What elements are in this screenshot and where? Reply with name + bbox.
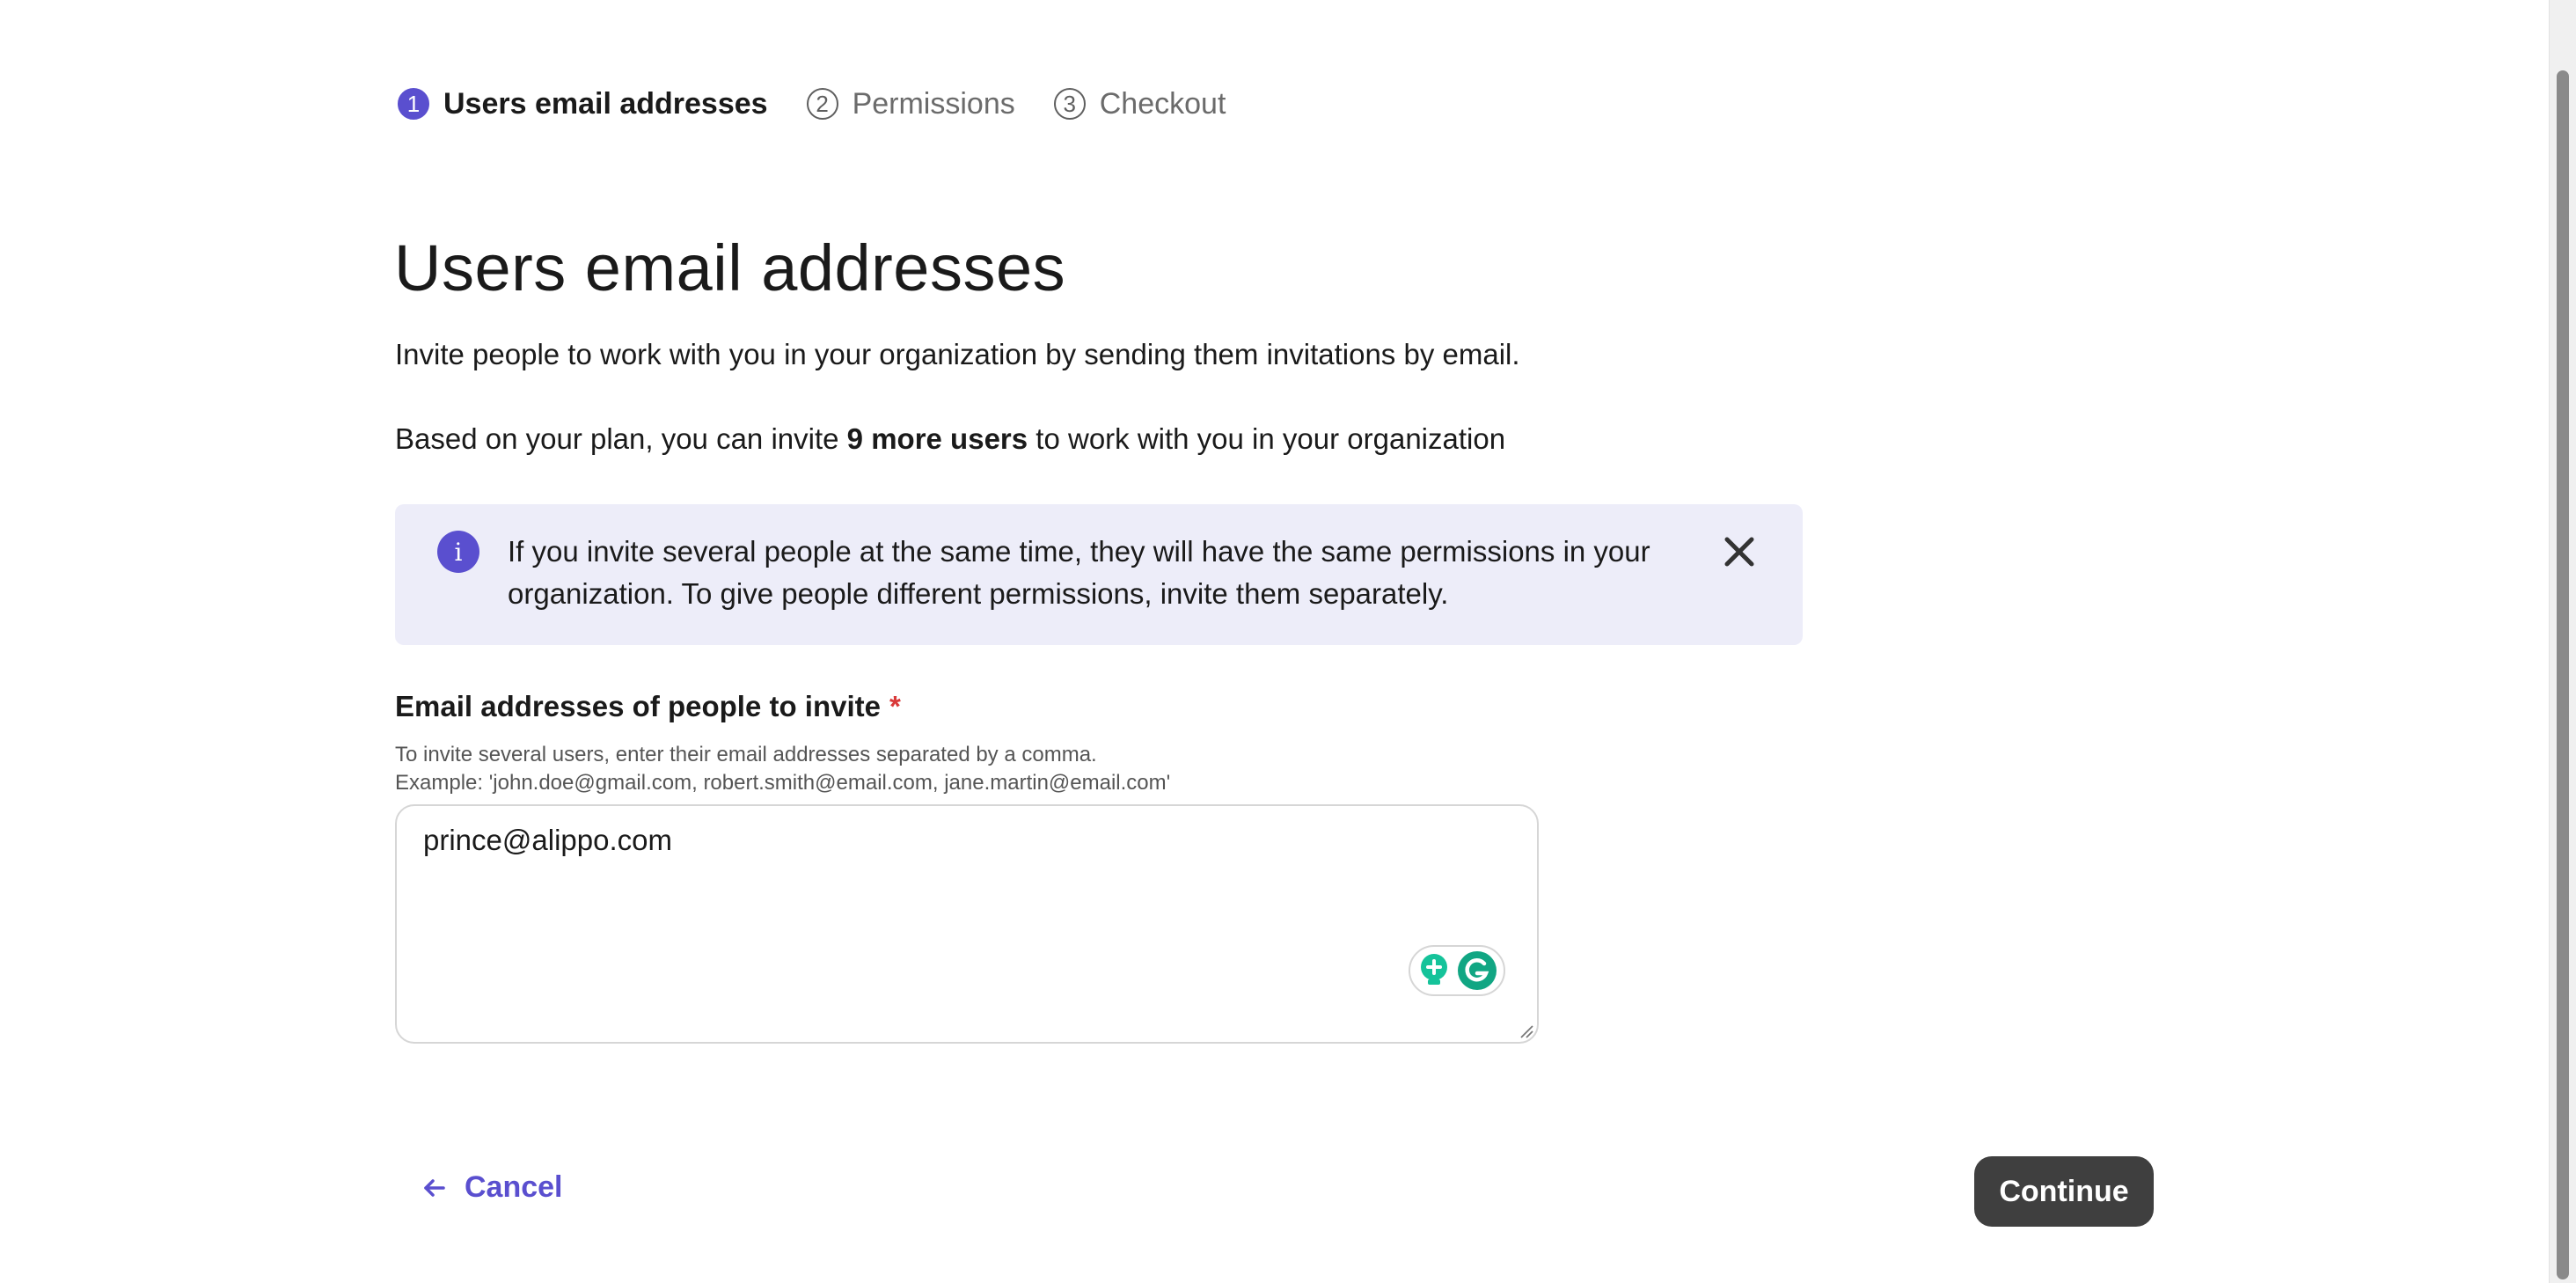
step-label: Users email addresses xyxy=(443,86,768,121)
info-banner: i If you invite several people at the sa… xyxy=(395,504,1803,645)
step-number: 2 xyxy=(806,88,838,120)
lightbulb-icon[interactable] xyxy=(1416,951,1452,990)
info-icon: i xyxy=(437,531,479,573)
step-label: Checkout xyxy=(1099,86,1226,121)
step-permissions: 2 Permissions xyxy=(806,86,1015,121)
banner-text: If you invite several people at the same… xyxy=(508,535,1650,610)
help-line-2: Example: 'john.doe@gmail.com, robert.smi… xyxy=(395,771,1171,795)
continue-button[interactable]: Continue xyxy=(1974,1156,2154,1227)
email-field-label-text: Email addresses of people to invite xyxy=(395,690,881,722)
help-line-1: To invite several users, enter their ema… xyxy=(395,743,1097,766)
step-number: 3 xyxy=(1053,88,1086,120)
required-mark: * xyxy=(889,690,901,722)
intro-text: Invite people to work with you in your o… xyxy=(395,338,1520,370)
cancel-label: Cancel xyxy=(465,1170,563,1204)
resize-handle-icon[interactable] xyxy=(1519,1024,1533,1038)
email-field-label: Email addresses of people to invite * xyxy=(395,690,901,723)
grammarly-icon[interactable] xyxy=(1457,950,1497,991)
plan-prefix: Based on your plan, you can invite xyxy=(395,422,847,455)
cancel-button[interactable]: Cancel xyxy=(422,1170,563,1205)
page-title: Users email addresses xyxy=(394,231,1066,304)
page: 1 Users email addresses 2 Permissions 3 … xyxy=(0,0,2576,1283)
close-icon[interactable] xyxy=(1722,534,1757,569)
step-label: Permissions xyxy=(852,86,1015,121)
plan-suffix: to work with you in your organization xyxy=(1028,422,1506,455)
step-number: 1 xyxy=(398,88,429,120)
scrollbar-thumb[interactable] xyxy=(2557,70,2569,1279)
grammarly-widget[interactable] xyxy=(1409,945,1505,996)
arrow-left-icon xyxy=(424,1178,445,1197)
step-checkout: 3 Checkout xyxy=(1053,86,1226,121)
plan-limit-text: Based on your plan, you can invite 9 mor… xyxy=(395,422,1505,456)
email-addresses-textarea[interactable]: prince@alippo.com xyxy=(395,804,1539,1044)
step-users-email: 1 Users email addresses xyxy=(398,87,768,121)
scrollbar[interactable] xyxy=(2549,0,2576,1283)
stepper: 1 Users email addresses 2 Permissions 3 … xyxy=(398,83,1264,125)
plan-user-count: 9 more users xyxy=(846,422,1028,455)
email-textarea-value: prince@alippo.com xyxy=(423,824,672,856)
email-field-help: To invite several users, enter their ema… xyxy=(395,741,1170,797)
